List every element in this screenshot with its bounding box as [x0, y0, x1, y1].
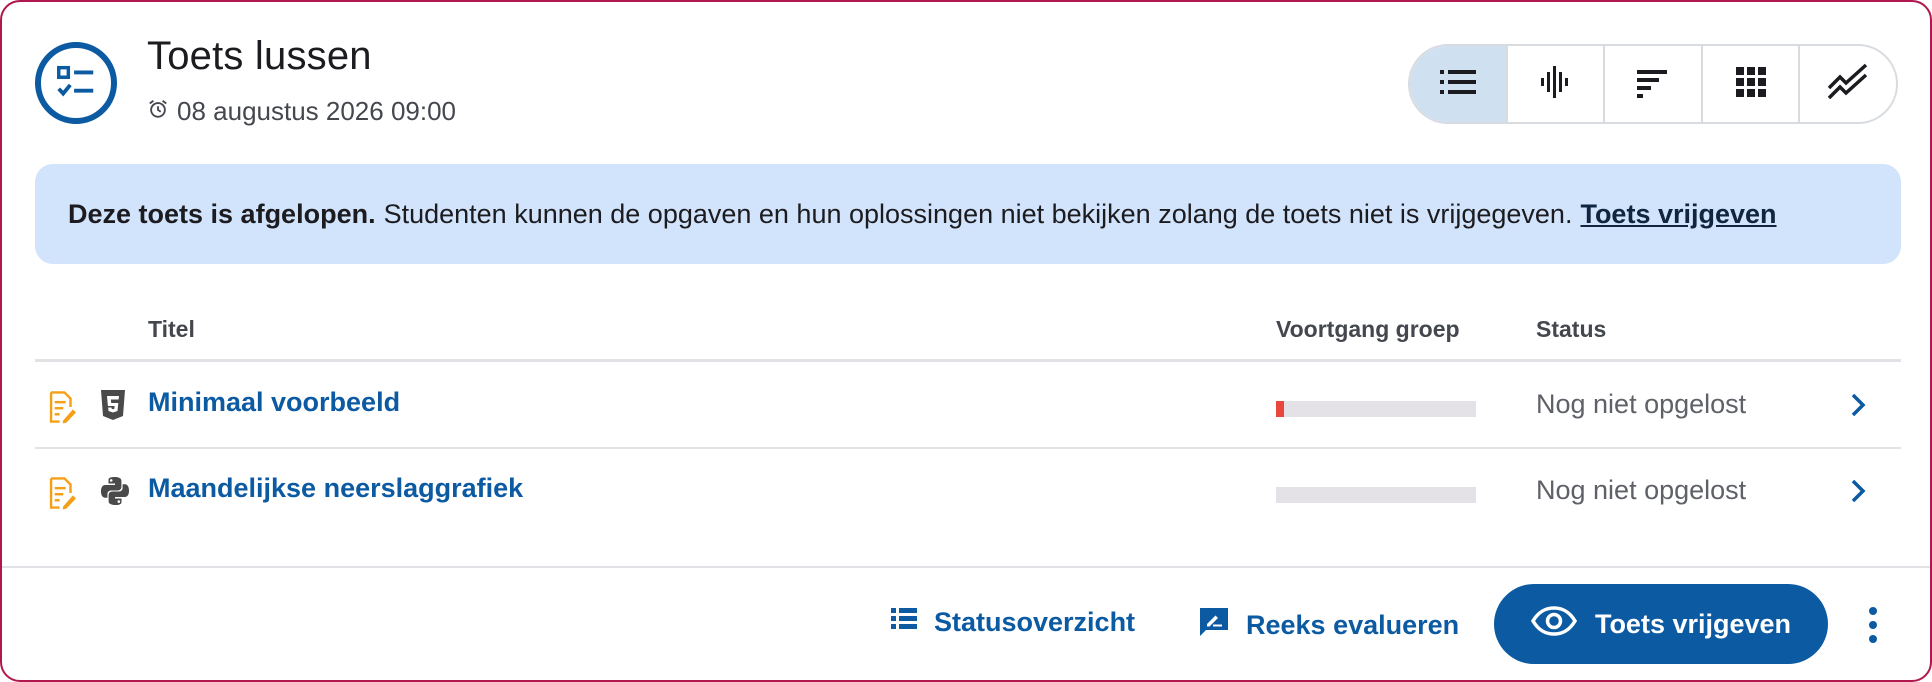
exercise-title[interactable]: Maandelijkse neerslaggrafiek — [148, 473, 523, 504]
status-overview-label: Statusoverzicht — [934, 607, 1136, 637]
python-icon — [99, 475, 131, 512]
alert-strong: Deze toets is afgelopen. — [68, 198, 376, 229]
html5-icon — [99, 389, 127, 426]
table-row[interactable]: Minimaal voorbeeld Nog niet opgelost — [35, 363, 1901, 449]
exercise-status: Nog niet opgelost — [1536, 475, 1747, 505]
trend-chart-icon — [1826, 62, 1870, 107]
release-exam-button[interactable]: Toets vrijgeven — [1494, 584, 1828, 664]
evaluate-series-button[interactable]: Reeks evalueren — [1198, 606, 1459, 645]
alarm-clock-icon — [147, 96, 169, 127]
rate-review-icon — [1198, 606, 1230, 645]
exercise-status: Nog niet opgelost — [1536, 389, 1747, 419]
waveform-icon — [1535, 62, 1575, 107]
edit-document-icon — [47, 476, 77, 515]
sorted-bars-icon — [1633, 64, 1673, 105]
more-options-icon[interactable] — [1858, 602, 1888, 648]
table-row[interactable]: Maandelijkse neerslaggrafiek Nog niet op… — [35, 449, 1901, 535]
exercise-title[interactable]: Minimaal voorbeeld — [148, 387, 400, 418]
view-list-button[interactable] — [1410, 46, 1506, 122]
release-exam-label: Toets vrijgeven — [1594, 608, 1792, 639]
column-status: Status — [1536, 316, 1607, 342]
release-alert: Deze toets is afgelopen. Studenten kunne… — [35, 164, 1901, 264]
progress-fill — [1276, 401, 1284, 417]
edit-document-icon — [47, 390, 77, 429]
checklist-icon — [35, 42, 117, 124]
deadline: 08 augustus 2026 09:00 — [147, 96, 456, 127]
group-progress-bar — [1276, 487, 1476, 503]
alert-text: Studenten kunnen de opgaven en hun oplos… — [383, 198, 1573, 229]
alert-release-link[interactable]: Toets vrijgeven — [1580, 199, 1776, 230]
evaluate-series-label: Reeks evalueren — [1246, 610, 1460, 640]
view-waveform-button[interactable] — [1505, 46, 1604, 122]
view-grid-button[interactable] — [1700, 46, 1799, 122]
list-icon — [1438, 66, 1478, 103]
footer-divider — [2, 566, 1930, 568]
grid-icon — [1733, 64, 1769, 105]
status-overview-button[interactable]: Statusoverzicht — [890, 606, 1135, 639]
exam-card: Toets lussen 08 augustus 2026 09:00 Deze… — [0, 0, 1932, 682]
eye-icon — [1530, 605, 1577, 643]
group-progress-bar — [1276, 401, 1476, 417]
column-title: Titel — [148, 316, 195, 342]
view-trend-button[interactable] — [1798, 46, 1896, 122]
page-title: Toets lussen — [147, 34, 372, 78]
card-header: Toets lussen 08 augustus 2026 09:00 — [2, 2, 1930, 162]
view-sorted-bars-button[interactable] — [1603, 46, 1701, 122]
table-header: Titel Voortgang groep Status — [35, 298, 1901, 362]
list-icon — [890, 606, 918, 639]
chevron-right-icon[interactable] — [1848, 477, 1868, 510]
column-progress: Voortgang groep — [1276, 316, 1460, 342]
view-switcher — [1408, 44, 1898, 124]
chevron-right-icon[interactable] — [1848, 391, 1868, 424]
deadline-text: 08 augustus 2026 09:00 — [177, 96, 457, 126]
